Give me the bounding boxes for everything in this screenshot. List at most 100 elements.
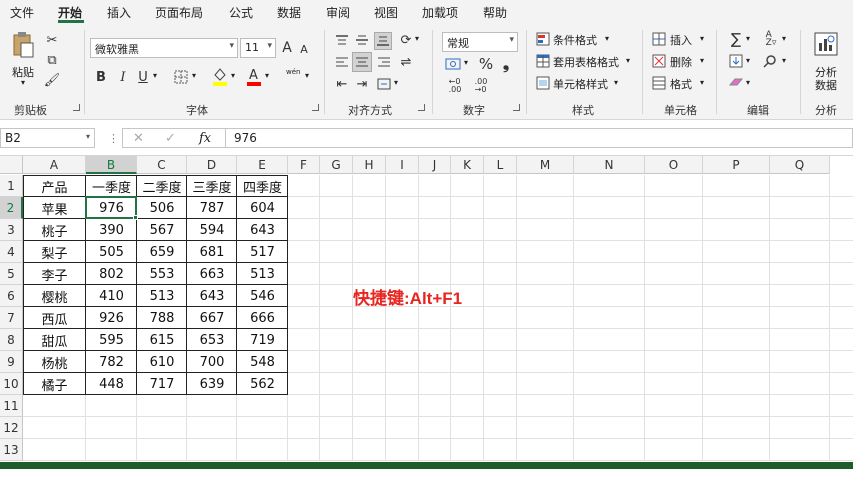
row-header-3[interactable]: 3 [0, 219, 23, 241]
column-header-c[interactable]: C [137, 156, 187, 174]
align-center-icon[interactable] [352, 52, 372, 72]
row-header-8[interactable]: 8 [0, 329, 23, 351]
row-header-6[interactable]: 6 [0, 285, 23, 307]
borders-icon[interactable] [172, 68, 190, 86]
tab-insert[interactable]: 插入 [107, 4, 131, 21]
table-cell[interactable]: 448 [86, 373, 137, 395]
fill-icon[interactable] [728, 52, 744, 70]
table-cell[interactable]: 梨子 [23, 241, 86, 263]
formula-input[interactable]: 976 [226, 128, 853, 148]
chevron-down-icon[interactable]: ▾ [464, 58, 468, 67]
table-cell[interactable]: 甜瓜 [23, 329, 86, 351]
table-cell[interactable]: 546 [237, 285, 288, 307]
analyze-data-icon[interactable] [812, 30, 840, 58]
table-cell[interactable]: 513 [137, 285, 187, 307]
table-header-cell[interactable]: 一季度 [86, 175, 137, 197]
decrease-decimal-icon[interactable]: .00 →0 [470, 78, 492, 94]
format-as-table-icon[interactable] [536, 54, 550, 68]
format-painter-icon[interactable]: 🖌 [44, 72, 61, 88]
insert-function-icon[interactable]: fx [199, 131, 211, 146]
table-cell[interactable]: 667 [187, 307, 237, 329]
insert-cells-icon[interactable] [652, 32, 666, 46]
chevron-down-icon[interactable]: ▾ [192, 71, 196, 80]
table-cell[interactable]: 802 [86, 263, 137, 285]
phonetic-guide-icon[interactable]: wén [286, 68, 300, 76]
column-header-e[interactable]: E [237, 156, 288, 174]
row-header-2[interactable]: 2 [0, 197, 23, 219]
table-cell[interactable]: 926 [86, 307, 137, 329]
tab-help[interactable]: 帮助 [483, 4, 507, 21]
table-cell[interactable]: 717 [137, 373, 187, 395]
table-cell[interactable]: 610 [137, 351, 187, 373]
copy-icon[interactable]: ⧉ [44, 52, 60, 68]
table-cell[interactable]: 659 [137, 241, 187, 263]
table-cell[interactable]: 杨桃 [23, 351, 86, 373]
column-header-m[interactable]: M [517, 156, 574, 174]
cancel-icon[interactable]: ✕ [133, 131, 144, 146]
cut-icon[interactable]: ✂ [44, 32, 60, 48]
column-header-f[interactable]: F [288, 156, 320, 174]
chevron-down-icon[interactable]: ▾ [153, 71, 157, 80]
select-all-corner[interactable] [0, 156, 23, 174]
table-cell[interactable]: 506 [137, 197, 187, 219]
paste-dropdown-icon[interactable]: ▾ [21, 78, 25, 87]
align-left-icon[interactable] [334, 54, 350, 70]
find-select-icon[interactable] [762, 52, 778, 70]
table-cell[interactable]: 666 [237, 307, 288, 329]
format-as-table-button[interactable]: 套用表格格式 [553, 54, 619, 70]
chevron-down-icon[interactable]: ▾ [86, 132, 90, 141]
align-bottom-icon[interactable] [374, 32, 392, 50]
table-cell[interactable]: 639 [187, 373, 237, 395]
table-cell[interactable]: 700 [187, 351, 237, 373]
sort-filter-icon[interactable]: A Z▿ [762, 30, 780, 48]
chevron-down-icon[interactable]: ▾ [614, 78, 618, 87]
bold-button[interactable]: B [94, 68, 108, 86]
chevron-down-icon[interactable]: ▾ [231, 71, 235, 80]
table-cell[interactable]: 615 [137, 329, 187, 351]
align-middle-icon[interactable] [354, 32, 370, 48]
merge-center-icon[interactable] [376, 76, 392, 92]
tab-view[interactable]: 视图 [374, 4, 398, 21]
row-header-9[interactable]: 9 [0, 351, 23, 373]
table-cell[interactable]: 719 [237, 329, 288, 351]
insert-cells-button[interactable]: 插入 [670, 32, 692, 48]
chevron-down-icon[interactable]: ▾ [700, 34, 704, 43]
cell-styles-button[interactable]: 单元格样式 [553, 76, 608, 92]
column-header-h[interactable]: H [353, 156, 386, 174]
percent-style-icon[interactable]: % [478, 55, 494, 73]
chevron-down-icon[interactable]: ▾ [415, 34, 419, 43]
table-cell[interactable]: 562 [237, 373, 288, 395]
row-header-7[interactable]: 7 [0, 307, 23, 329]
table-cell[interactable]: 681 [187, 241, 237, 263]
row-header-5[interactable]: 5 [0, 263, 23, 285]
name-box[interactable]: B2 ▾ [0, 128, 95, 148]
autosum-icon[interactable]: ∑ [728, 30, 744, 48]
table-cell[interactable]: 594 [187, 219, 237, 241]
row-header-1[interactable]: 1 [0, 175, 23, 197]
format-cells-button[interactable]: 格式 [670, 76, 692, 92]
column-header-o[interactable]: O [645, 156, 703, 174]
column-header-d[interactable]: D [187, 156, 237, 174]
chevron-down-icon[interactable]: ▾ [700, 78, 704, 87]
table-cell[interactable]: 548 [237, 351, 288, 373]
more-options-icon[interactable]: ⋮ [108, 132, 119, 145]
table-cell[interactable]: 643 [187, 285, 237, 307]
column-header-a[interactable]: A [23, 156, 86, 174]
table-cell[interactable]: 567 [137, 219, 187, 241]
chevron-down-icon[interactable]: ▾ [782, 56, 786, 65]
underline-button[interactable]: U [136, 68, 150, 86]
column-header-i[interactable]: I [386, 156, 419, 174]
table-cell[interactable]: 樱桃 [23, 285, 86, 307]
number-format-select[interactable]: 常规 ▾ [442, 32, 518, 52]
table-header-cell[interactable]: 四季度 [237, 175, 288, 197]
column-header-k[interactable]: K [451, 156, 484, 174]
table-cell[interactable]: 西瓜 [23, 307, 86, 329]
alignment-launcher-icon[interactable] [418, 104, 425, 111]
table-cell[interactable]: 桃子 [23, 219, 86, 241]
italic-button[interactable]: I [116, 68, 130, 86]
row-header-12[interactable]: 12 [0, 417, 23, 439]
decrease-indent-icon[interactable]: ⇤ [334, 76, 350, 92]
tab-home[interactable]: 开始 [58, 4, 82, 21]
format-cells-icon[interactable] [652, 76, 666, 90]
chevron-down-icon[interactable]: ▾ [746, 78, 750, 87]
